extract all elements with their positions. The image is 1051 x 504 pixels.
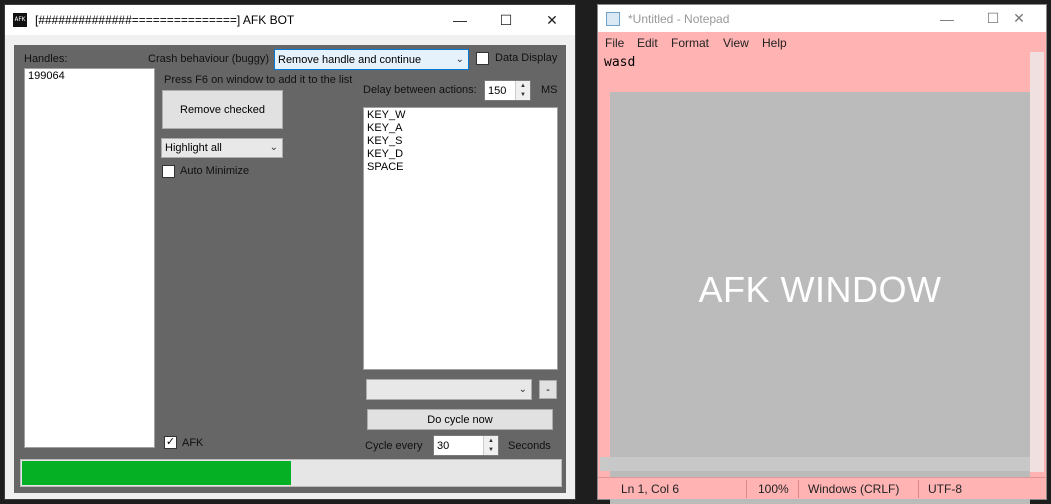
remove-action-button[interactable]: -	[539, 380, 557, 399]
menu-file[interactable]: File	[605, 36, 624, 50]
line-ending: Windows (CRLF)	[808, 482, 900, 496]
cursor-position: Ln 1, Col 6	[621, 482, 680, 496]
zoom-level: 100%	[758, 482, 789, 496]
delay-unit: MS	[541, 84, 558, 96]
handles-label: Handles:	[24, 53, 68, 65]
notepad-titlebar[interactable]: *Untitled - Notepad — ☐ ✕	[598, 5, 1046, 32]
close-icon: ✕	[546, 11, 558, 28]
maximize-button[interactable]: ☐	[483, 5, 529, 35]
afk-checkbox[interactable]: ✓	[164, 436, 177, 449]
highlight-value: Highlight all	[165, 142, 222, 154]
notepad-menubar: File Edit Format View Help	[598, 32, 1046, 52]
minimize-button[interactable]: —	[437, 5, 483, 35]
status-divider	[798, 480, 799, 498]
progress-fill	[22, 461, 291, 485]
bot-client-area: Handles: 199064 Crash behaviour (buggy) …	[14, 45, 566, 493]
action-item[interactable]: KEY_S	[367, 135, 554, 148]
do-cycle-button[interactable]: Do cycle now	[367, 409, 553, 430]
maximize-icon: ☐	[499, 11, 513, 28]
data-display-checkbox[interactable]	[476, 52, 489, 65]
handle-item[interactable]: 199064	[28, 70, 151, 83]
action-item[interactable]: KEY_W	[367, 109, 554, 122]
spin-up-icon[interactable]: ▲	[520, 83, 526, 89]
editor-content[interactable]: wasd	[604, 55, 635, 70]
auto-minimize-checkbox[interactable]	[162, 165, 175, 178]
action-item[interactable]: SPACE	[367, 161, 554, 174]
menu-format[interactable]: Format	[671, 36, 709, 50]
crash-behaviour-select[interactable]: Remove handle and continue ⌄	[274, 49, 469, 70]
vertical-scrollbar[interactable]	[1030, 52, 1044, 472]
afk-bot-titlebar[interactable]: AFK [##############===============] AFK …	[5, 5, 575, 35]
app-icon: AFK	[13, 13, 27, 27]
auto-minimize-label: Auto Minimize	[180, 165, 250, 177]
notepad-title: *Untitled - Notepad	[628, 12, 730, 26]
data-display-label: Data Display	[495, 52, 558, 64]
handles-list[interactable]: 199064	[24, 68, 155, 448]
cycle-value: 30	[437, 439, 450, 452]
cycle-input[interactable]: 30 ▲ ▼	[433, 435, 499, 456]
chevron-down-icon: ⌄	[269, 141, 278, 153]
menu-edit[interactable]: Edit	[637, 36, 658, 50]
delay-value: 150	[488, 84, 507, 97]
highlight-select[interactable]: Highlight all ⌄	[161, 138, 283, 158]
notepad-icon	[606, 12, 620, 26]
minimize-icon: —	[453, 12, 467, 28]
crash-behaviour-label: Crash behaviour (buggy)	[148, 53, 270, 65]
action-item[interactable]: KEY_A	[367, 122, 554, 135]
window-title: [##############===============] AFK BOT	[35, 13, 295, 27]
close-button[interactable]: ✕	[529, 5, 575, 35]
notepad-window: *Untitled - Notepad — ☐ ✕ File Edit Form…	[597, 4, 1047, 504]
chevron-down-icon: ⌄	[455, 53, 464, 65]
status-divider	[746, 480, 747, 498]
overlay-label: AFK WINDOW	[698, 269, 942, 310]
actions-list[interactable]: KEY_W KEY_A KEY_S KEY_D SPACE	[363, 107, 558, 370]
chevron-down-icon: ⌄	[518, 383, 527, 395]
menu-help[interactable]: Help	[762, 36, 787, 50]
spin-up-icon[interactable]: ▲	[488, 438, 494, 444]
crash-behaviour-value: Remove handle and continue	[278, 53, 422, 66]
cycle-unit: Seconds	[508, 440, 551, 452]
cycle-label: Cycle every	[365, 440, 423, 452]
delay-label: Delay between actions:	[363, 84, 477, 96]
spin-down-icon[interactable]: ▼	[488, 447, 494, 453]
close-button[interactable]: ✕	[996, 5, 1042, 32]
notepad-editor[interactable]: AFK WINDOW wasd	[600, 52, 1036, 504]
menu-view[interactable]: View	[723, 36, 749, 50]
checkmark-icon: ✓	[165, 436, 176, 448]
action-item[interactable]: KEY_D	[367, 148, 554, 161]
spin-down-icon[interactable]: ▼	[520, 92, 526, 98]
press-f6-hint: Press F6 on window to add it to the list	[164, 74, 353, 86]
remove-checked-button[interactable]: Remove checked	[162, 90, 283, 129]
afk-label: AFK	[182, 437, 204, 449]
status-divider	[918, 480, 919, 498]
delay-spinner[interactable]: ▲ ▼	[515, 81, 530, 100]
minimize-icon: —	[940, 10, 954, 27]
cycle-progress-bar	[20, 459, 562, 487]
encoding: UTF-8	[928, 482, 962, 496]
afk-window-overlay: AFK WINDOW	[610, 92, 1030, 504]
action-select[interactable]: ⌄	[366, 379, 532, 400]
delay-input[interactable]: 150 ▲ ▼	[484, 80, 531, 101]
cycle-spinner[interactable]: ▲ ▼	[483, 436, 498, 455]
notepad-statusbar: Ln 1, Col 6 100% Windows (CRLF) UTF-8	[598, 477, 1046, 499]
afk-bot-window: AFK [##############===============] AFK …	[4, 4, 576, 500]
close-icon: ✕	[1013, 10, 1025, 26]
minimize-button[interactable]: —	[924, 5, 970, 32]
horizontal-scrollbar[interactable]	[600, 457, 1030, 471]
